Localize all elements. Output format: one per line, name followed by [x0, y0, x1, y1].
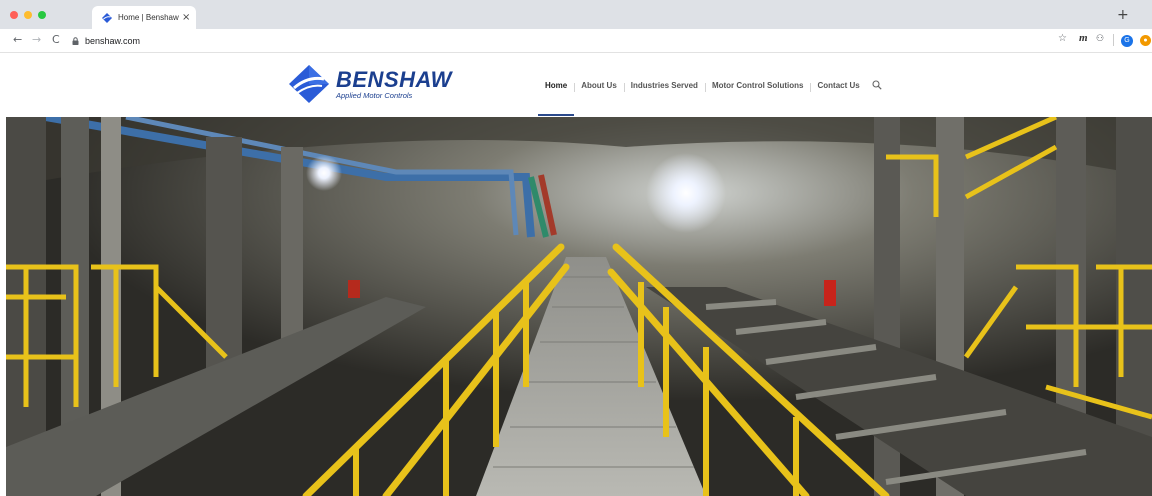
url-text: benshaw.com [85, 36, 141, 46]
site-header: BENSHAW Applied Motor Controls Home Abou… [0, 54, 1152, 117]
reload-icon[interactable]: C [52, 33, 60, 46]
new-tab-icon[interactable]: + [1117, 7, 1129, 23]
tab-title: Home | Benshaw | [118, 13, 180, 22]
bookmark-star-icon[interactable]: ☆ [1058, 33, 1067, 44]
mine-conveyor-hero-image [6, 117, 1152, 496]
browser-tab-bar: Home | Benshaw | × + [0, 0, 1152, 29]
active-nav-indicator [538, 114, 574, 116]
extension-glasses-icon[interactable]: ⚇ [1096, 34, 1104, 44]
browser-toolbar: ← → C benshaw.com ☆ m ⚇ G ● [0, 29, 1152, 53]
extension-m-icon[interactable]: m [1079, 32, 1088, 44]
browser-tab[interactable]: Home | Benshaw | × [92, 6, 196, 29]
minimize-window-button[interactable] [24, 11, 32, 19]
hero-banner [6, 117, 1152, 496]
nav-industries-served[interactable]: Industries Served [623, 81, 705, 92]
extension-orange-icon[interactable]: ● [1140, 35, 1151, 46]
maximize-window-button[interactable] [38, 11, 46, 19]
benshaw-diamond-logo-icon [289, 65, 329, 103]
forward-arrow-icon[interactable]: → [32, 33, 41, 46]
search-icon[interactable] [872, 80, 882, 90]
nav-about-us[interactable]: About Us [574, 81, 624, 92]
back-arrow-icon[interactable]: ← [13, 33, 22, 46]
lock-icon [72, 37, 79, 45]
tab-close-icon[interactable]: × [182, 12, 190, 23]
close-window-button[interactable] [10, 11, 18, 19]
benshaw-logo[interactable]: BENSHAW Applied Motor Controls [288, 64, 451, 104]
toolbar-divider [1113, 34, 1114, 46]
nav-motor-control-solutions[interactable]: Motor Control Solutions [704, 81, 811, 92]
nav-contact-us[interactable]: Contact Us [810, 81, 866, 92]
main-navigation: Home About Us Industries Served Motor Co… [538, 78, 882, 92]
logo-wordmark: BENSHAW [336, 67, 452, 92]
benshaw-logo-icon [102, 12, 112, 23]
profile-avatar[interactable]: G [1121, 35, 1133, 47]
logo-tagline: Applied Motor Controls [336, 91, 413, 100]
address-bar[interactable]: benshaw.com [72, 32, 1042, 50]
nav-home[interactable]: Home [538, 81, 574, 90]
